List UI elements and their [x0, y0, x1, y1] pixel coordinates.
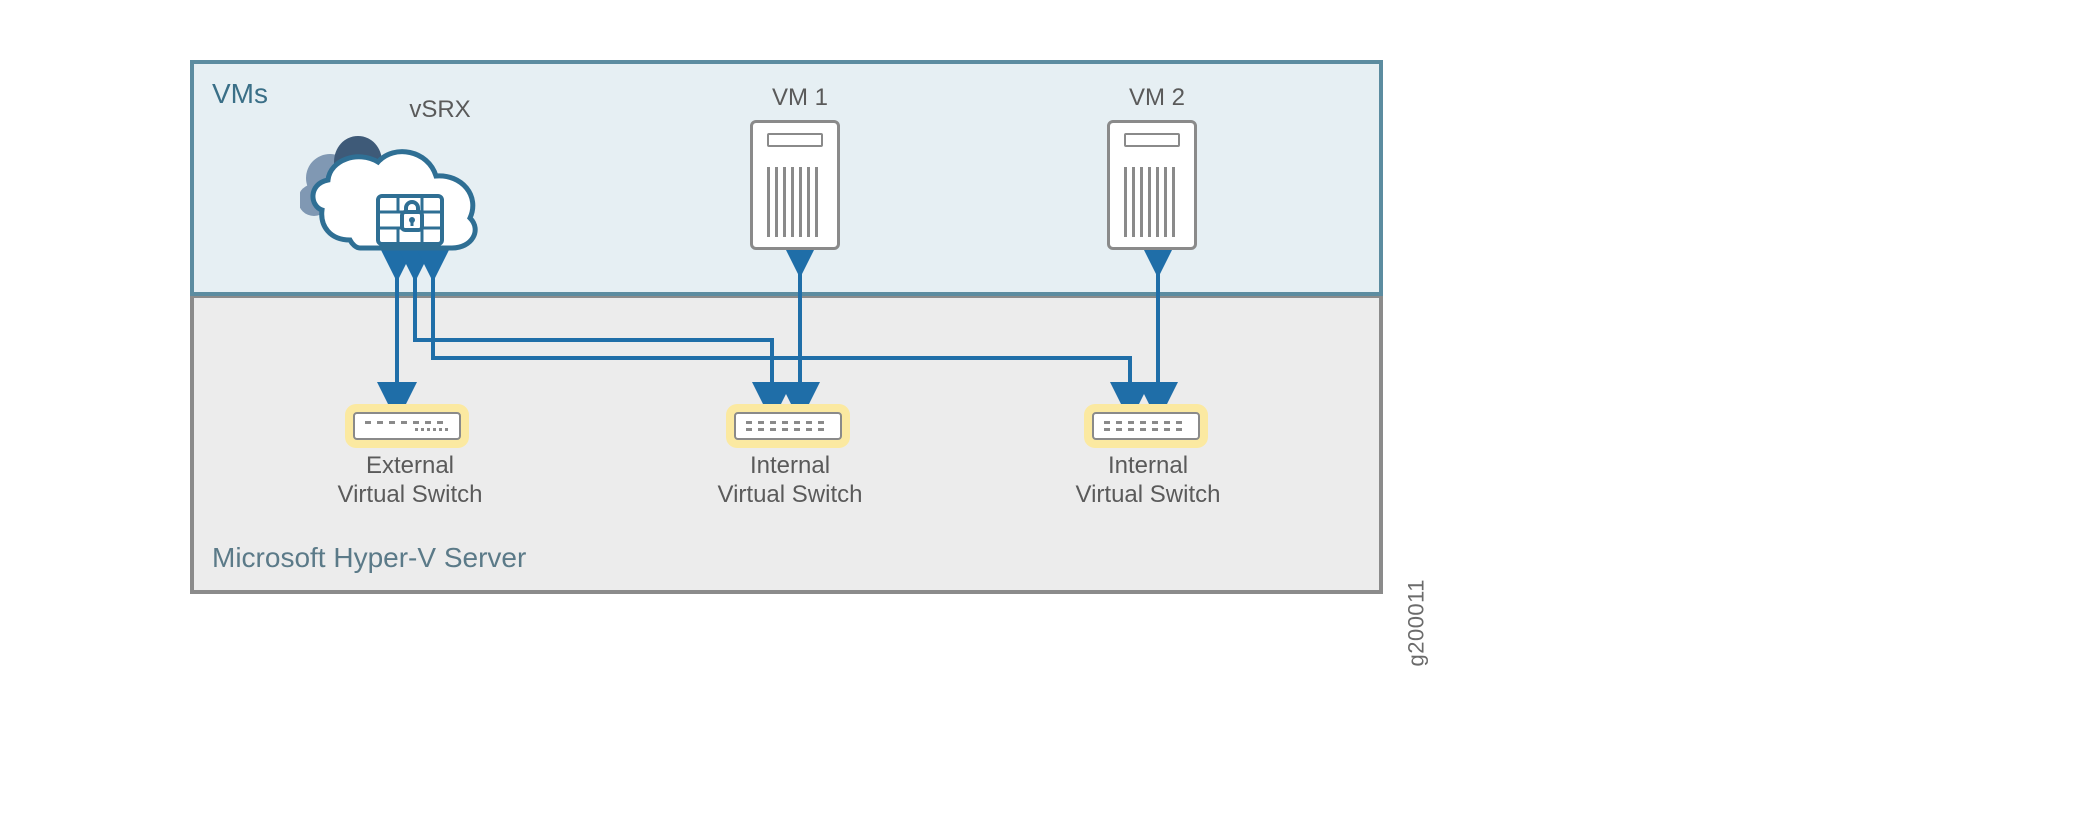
- external-switch-label: External Virtual Switch: [310, 452, 510, 510]
- diagram-stage: VMs Microsoft Hyper-V Server: [0, 0, 2100, 819]
- vm1-node: [750, 120, 840, 250]
- internal-switch2-line1: Internal: [1108, 452, 1188, 479]
- internal-switch1-line2: Virtual Switch: [718, 481, 863, 508]
- vsrx-node: [300, 130, 490, 280]
- vm2-node: [1107, 120, 1197, 250]
- hyperv-panel-label: Microsoft Hyper-V Server: [212, 542, 526, 574]
- internal-switch2-line2: Virtual Switch: [1076, 481, 1221, 508]
- hyperv-panel: Microsoft Hyper-V Server: [190, 294, 1383, 594]
- external-switch-line1: External: [366, 452, 454, 479]
- vsrx-label: vSRX: [380, 96, 500, 125]
- figure-id: g200011: [1404, 579, 1430, 667]
- vms-panel-label: VMs: [212, 78, 268, 110]
- internal-switch1-label: Internal Virtual Switch: [690, 452, 890, 510]
- vsrx-cloud-icon: [300, 130, 490, 280]
- vm2-label: VM 2: [1097, 84, 1217, 113]
- internal-switch1-line1: Internal: [750, 452, 830, 479]
- vm1-label: VM 1: [740, 84, 860, 113]
- external-switch-line2: Virtual Switch: [338, 481, 483, 508]
- internal-switch2-label: Internal Virtual Switch: [1048, 452, 1248, 510]
- internal-switch1-icon: [734, 412, 842, 440]
- server-icon: [750, 120, 840, 250]
- internal-switch2-icon: [1092, 412, 1200, 440]
- external-switch-icon: [353, 412, 461, 440]
- server-icon: [1107, 120, 1197, 250]
